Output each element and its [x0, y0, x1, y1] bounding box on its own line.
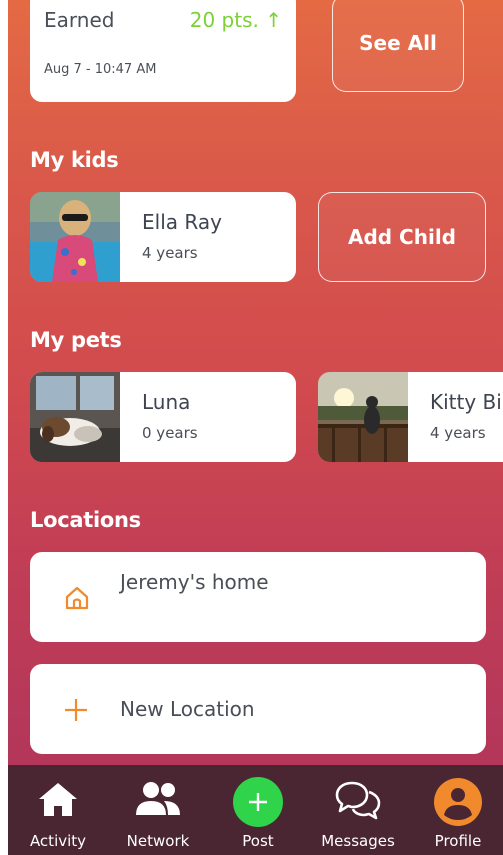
tab-messages[interactable]: Messages — [313, 765, 403, 855]
profile-screen: Earned 20 pts. ↑ Aug 7 - 10:47 AM See Al… — [8, 0, 503, 855]
kid-card[interactable]: Ella Ray 4 years — [30, 192, 296, 282]
kid-name: Ella Ray — [142, 210, 222, 234]
home-outline-icon — [64, 585, 90, 615]
new-location-button[interactable]: New Location — [30, 664, 486, 754]
pet-photo-kitty — [318, 372, 408, 462]
kid-age: 4 years — [142, 244, 198, 262]
tab-messages-label: Messages — [321, 832, 395, 850]
plus-circle-icon — [233, 777, 283, 831]
pet-photo-luna — [30, 372, 120, 462]
tab-post[interactable]: Post — [213, 765, 303, 855]
pet-age-luna: 0 years — [142, 424, 198, 442]
pet-name-kitty: Kitty Bi — [430, 390, 502, 414]
my-pets-title: My pets — [30, 328, 122, 352]
tab-activity[interactable]: Activity — [13, 765, 103, 855]
location-card-home[interactable]: Jeremy's home — [30, 552, 486, 642]
bottom-tab-bar: Activity Network Post Messages Profile — [8, 765, 503, 855]
tab-post-label: Post — [242, 832, 274, 850]
earned-label: Earned — [44, 8, 115, 32]
kid-photo — [30, 192, 120, 282]
user-circle-icon — [433, 777, 483, 831]
new-location-label: New Location — [120, 697, 255, 721]
chat-bubbles-icon — [334, 779, 382, 825]
tab-profile[interactable]: Profile — [413, 765, 503, 855]
add-child-button[interactable]: Add Child — [318, 192, 486, 282]
tab-activity-label: Activity — [29, 832, 87, 850]
pet-card-luna[interactable]: Luna 0 years — [30, 372, 296, 462]
pet-card-kitty[interactable]: Kitty Bi 4 years — [318, 372, 503, 462]
home-icon — [36, 779, 80, 823]
earned-points: 20 pts. ↑ — [189, 8, 282, 32]
pet-age-kitty: 4 years — [430, 424, 486, 442]
pet-name-luna: Luna — [142, 390, 191, 414]
locations-title: Locations — [30, 508, 141, 532]
points-card[interactable]: Earned 20 pts. ↑ Aug 7 - 10:47 AM — [30, 0, 296, 102]
tab-profile-label: Profile — [434, 832, 482, 850]
earned-timestamp: Aug 7 - 10:47 AM — [44, 62, 157, 77]
location-name: Jeremy's home — [120, 570, 269, 594]
plus-icon — [63, 697, 89, 727]
tab-network[interactable]: Network — [113, 765, 203, 855]
tab-network-label: Network — [126, 832, 190, 850]
people-icon — [132, 779, 184, 823]
see-all-button[interactable]: See All — [332, 0, 464, 92]
my-kids-title: My kids — [30, 148, 119, 172]
